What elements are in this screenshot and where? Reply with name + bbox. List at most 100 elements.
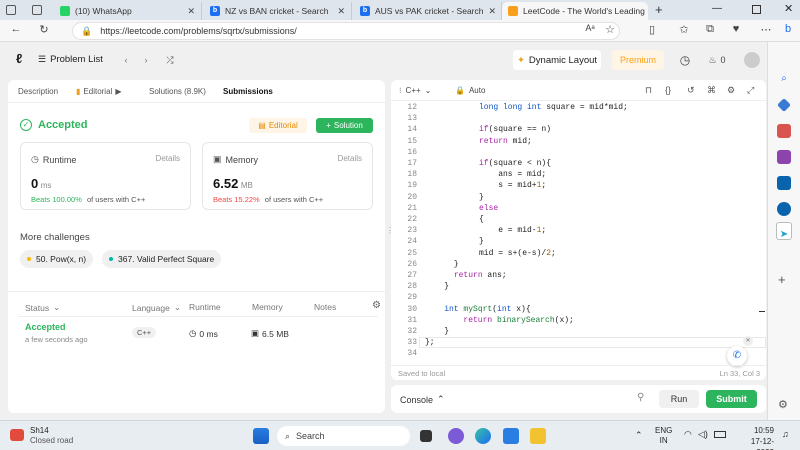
shuffle-icon[interactable]: ⤮ xyxy=(162,50,178,70)
browser-tab-leetcode[interactable]: LeetCode - The World's Leading ✕ xyxy=(502,2,648,20)
chat-bubble-button[interactable]: ✆ xyxy=(727,346,747,366)
solution-button[interactable]: + Solution xyxy=(316,118,373,133)
fullscreen-icon[interactable]: ⤢ xyxy=(747,85,754,96)
timer-icon[interactable]: ◷ xyxy=(677,50,693,70)
auto-mode[interactable]: 🔒 Auto xyxy=(455,86,485,95)
edge-icon[interactable] xyxy=(475,428,491,444)
close-tab-icon[interactable]: ✕ xyxy=(337,6,345,17)
prev-problem-button[interactable]: ‹ xyxy=(118,50,134,70)
run-button[interactable]: Run xyxy=(659,390,699,408)
clock[interactable]: 10:59 17-12-2023 xyxy=(734,425,774,450)
avatar[interactable] xyxy=(744,52,760,68)
scrollbar-marker[interactable] xyxy=(759,311,765,312)
streak-fire-icon[interactable]: ♨ 0 xyxy=(704,50,730,70)
windows-start-icon[interactable] xyxy=(253,428,269,444)
memory-details-link[interactable]: Details xyxy=(338,154,362,163)
maximize-button[interactable] xyxy=(752,5,761,14)
tab-description[interactable]: Description xyxy=(18,87,58,96)
input-language[interactable]: ENG IN xyxy=(655,426,672,446)
telegram-icon[interactable]: ➤ xyxy=(777,228,791,242)
challenge-valid-perfect-square[interactable]: 367. Valid Perfect Square xyxy=(102,250,222,268)
copilot-icon[interactable]: b xyxy=(780,23,796,35)
reset-icon[interactable]: ↺ xyxy=(687,85,695,96)
close-tab-icon[interactable]: ✕ xyxy=(187,6,195,17)
next-problem-button[interactable]: › xyxy=(138,50,154,70)
shortcut-icon[interactable]: ⌘ xyxy=(707,85,716,96)
volume-icon[interactable]: ◁) xyxy=(698,429,708,440)
premium-button[interactable]: Premium xyxy=(612,50,664,70)
browser-tab-aus-pak[interactable]: b AUS vs PAK cricket - Search ✕ xyxy=(354,2,502,20)
challenge-pow[interactable]: 50. Pow(x, n) xyxy=(20,250,94,268)
close-chat-icon[interactable]: ✕ xyxy=(743,336,753,346)
tab-editorial[interactable]: ▮ Editorial ▶ xyxy=(76,87,121,96)
notification-bell-icon[interactable]: ♫ xyxy=(782,429,789,439)
table-settings-icon[interactable]: ⚙ xyxy=(372,300,381,311)
console-toggle[interactable]: Console ⌃ xyxy=(400,394,445,405)
new-tab-button[interactable]: + xyxy=(655,2,663,17)
code-area[interactable]: long long int square = mid*mid; if(squar… xyxy=(479,102,628,259)
favorites-icon[interactable]: ✩ xyxy=(676,23,692,36)
url-field[interactable]: 🔒 https://leetcode.com/problems/sqrtx/su… xyxy=(72,22,620,40)
refresh-icon[interactable]: ↻ xyxy=(36,23,52,36)
wifi-icon[interactable]: ◠ xyxy=(684,429,692,440)
extensions-icon[interactable]: ♥ xyxy=(728,23,744,35)
memory-beats: Beats 15.22% xyxy=(213,195,260,204)
shopping-tag-icon[interactable] xyxy=(777,98,791,112)
status-column-header[interactable]: Status ⌄ xyxy=(25,302,60,313)
language-column-header[interactable]: Language ⌄ xyxy=(132,302,181,313)
collections-icon[interactable]: ⧉ xyxy=(702,23,718,36)
store-icon[interactable] xyxy=(503,428,519,444)
add-sidebar-icon[interactable]: + xyxy=(778,272,786,287)
profile-icon[interactable] xyxy=(6,5,16,15)
braces-icon[interactable]: {} xyxy=(665,85,671,95)
runtime-details-link[interactable]: Details xyxy=(156,154,180,163)
tab-submissions[interactable]: Submissions xyxy=(223,87,273,96)
weather-widget[interactable]: Sh14 Closed road xyxy=(10,425,80,447)
editor-toolbar-divider xyxy=(391,100,766,101)
browser-tab-nz-ban[interactable]: b NZ vs BAN cricket - Search ✕ xyxy=(204,2,352,20)
address-bar-row: ← ↻ 🔒 https://leetcode.com/problems/sqrt… xyxy=(0,20,800,42)
browser-tab-whatsapp[interactable]: (10) WhatsApp ✕ xyxy=(54,2,202,20)
table-row[interactable]: Accepted a few seconds ago C++ ◷ 0 ms ▣ 6.… xyxy=(18,318,378,348)
editorial-button[interactable]: ▤ Editorial xyxy=(249,118,307,133)
close-window-button[interactable]: ✕ xyxy=(784,2,793,15)
read-aloud-icon[interactable]: Aᵃ xyxy=(582,23,598,33)
meet-icon[interactable] xyxy=(448,428,464,444)
submit-button[interactable]: Submit xyxy=(706,390,757,408)
outlook-icon[interactable] xyxy=(777,176,791,190)
games-icon[interactable] xyxy=(777,150,791,164)
close-tab-icon[interactable]: ✕ xyxy=(488,6,496,17)
office-icon[interactable] xyxy=(777,202,791,216)
problem-list-button[interactable]: ☰ Problem List xyxy=(38,54,103,65)
leetcode-logo[interactable]: ℓ xyxy=(16,52,28,66)
battery-icon[interactable] xyxy=(714,431,726,438)
bookmark-icon[interactable]: ⊓ xyxy=(645,85,652,96)
toolbox-icon[interactable] xyxy=(777,124,791,138)
tab-solutions[interactable]: Solutions (8.9K) xyxy=(149,87,206,96)
panel-resizer[interactable]: ⋮ xyxy=(386,226,394,238)
split-screen-icon[interactable]: ▯ xyxy=(644,23,660,36)
search-icon[interactable]: ⌕ xyxy=(777,72,791,86)
chevron-down-icon: ⌄ xyxy=(53,302,61,312)
language-selector[interactable]: ⁝ C++ ⌄ xyxy=(399,86,431,95)
settings-icon[interactable]: ⚙ xyxy=(727,85,735,96)
sparkle-icon: ✦ xyxy=(516,54,525,66)
dynamic-layout-button[interactable]: ✦ Dynamic Layout xyxy=(513,50,601,70)
file-explorer-icon[interactable] xyxy=(530,428,546,444)
favorite-star-icon[interactable]: ☆ xyxy=(602,23,618,36)
tab-actions-icon[interactable] xyxy=(32,5,42,15)
chevron-up-icon: ⌃ xyxy=(437,394,445,404)
task-view-icon[interactable] xyxy=(420,430,432,442)
chevron-up-icon[interactable]: ⌃ xyxy=(635,430,643,441)
more-menu-icon[interactable]: ⋯ xyxy=(758,23,774,36)
lock-icon: 🔒 xyxy=(81,25,93,36)
sidebar-settings-icon[interactable]: ⚙ xyxy=(778,398,788,411)
runtime-card[interactable]: ◷ Runtime Details 0 ms Beats 100.00% of … xyxy=(20,142,191,210)
debug-icon[interactable]: ⚲ xyxy=(637,392,644,403)
row-status[interactable]: Accepted xyxy=(25,322,66,332)
memory-card[interactable]: ▣ Memory Details 6.52 MB Beats 15.22% of… xyxy=(202,142,373,210)
back-icon[interactable]: ← xyxy=(8,23,24,35)
taskbar-search[interactable]: ⌕ Search xyxy=(277,426,410,446)
code-area-tail[interactable]: } return ans; } int mySqrt(int x){ retur… xyxy=(425,259,574,349)
minimize-button[interactable]: — xyxy=(712,3,722,14)
